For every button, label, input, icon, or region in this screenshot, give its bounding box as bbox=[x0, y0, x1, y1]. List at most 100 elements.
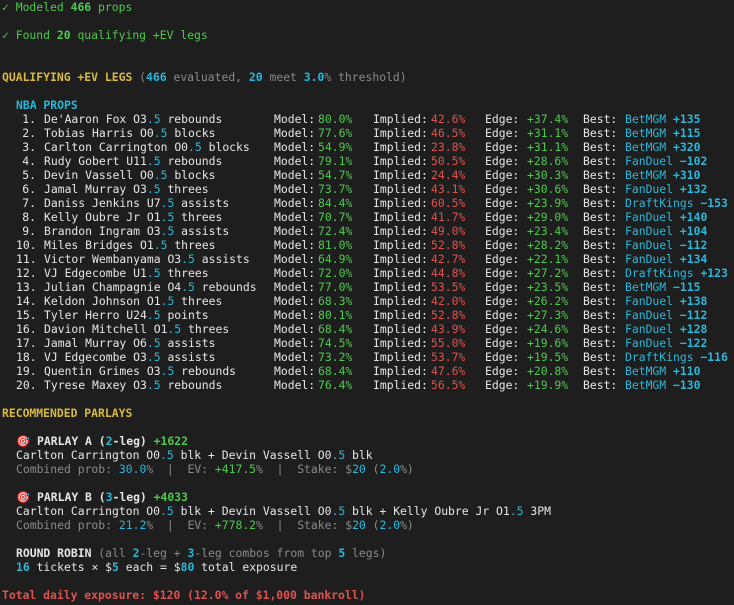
prop-rank: 3. bbox=[22, 140, 36, 154]
edge-label: Edge: bbox=[485, 168, 520, 182]
model-prob: 54.9% bbox=[318, 140, 353, 154]
implied-prob: 43.9% bbox=[431, 322, 466, 336]
best-book: BetMGM +110 bbox=[625, 364, 701, 378]
best-label: Best: bbox=[583, 266, 618, 280]
prop-rank: 5. bbox=[22, 168, 36, 182]
edge-label: Edge: bbox=[485, 266, 520, 280]
model-prob: 64.9% bbox=[318, 252, 353, 266]
prop-rank: 16. bbox=[16, 322, 37, 336]
model-label: Model: bbox=[274, 140, 316, 154]
implied-label: Implied: bbox=[373, 280, 428, 294]
prop-rank: 1. bbox=[22, 112, 36, 126]
qualifying-header: QUALIFYING +EV LEGS (466 evaluated, 20 m… bbox=[2, 70, 407, 84]
best-book: BetMGM +310 bbox=[625, 168, 701, 182]
prop-leg: VJ Edgecombe O3.5 assists bbox=[44, 350, 216, 364]
implied-label: Implied: bbox=[373, 266, 428, 280]
prop-leg: Kelly Oubre Jr O1.5 threes bbox=[44, 210, 223, 224]
implied-label: Implied: bbox=[373, 126, 428, 140]
target-icon: 🎯 bbox=[16, 490, 31, 504]
total-daily-exposure: Total daily exposure: $120 (12.0% of $1,… bbox=[2, 588, 366, 602]
prop-rank: 12. bbox=[16, 266, 37, 280]
edge-label: Edge: bbox=[485, 252, 520, 266]
edge-label: Edge: bbox=[485, 350, 520, 364]
implied-prob: 42.7% bbox=[431, 252, 466, 266]
model-label: Model: bbox=[274, 378, 316, 392]
best-book: FanDuel −112 bbox=[625, 238, 708, 252]
best-label: Best: bbox=[583, 210, 618, 224]
model-prob: 77.0% bbox=[318, 280, 353, 294]
implied-prob: 46.5% bbox=[431, 126, 466, 140]
implied-label: Implied: bbox=[373, 294, 428, 308]
prop-rank: 6. bbox=[22, 182, 36, 196]
implied-prob: 53.7% bbox=[431, 350, 466, 364]
best-book: FanDuel +140 bbox=[625, 210, 708, 224]
edge-label: Edge: bbox=[485, 294, 520, 308]
best-book: BetMGM −130 bbox=[625, 378, 701, 392]
model-label: Model: bbox=[274, 238, 316, 252]
model-prob: 74.5% bbox=[318, 336, 353, 350]
edge-value: +19.6% bbox=[527, 336, 569, 350]
prop-leg: Tyrese Maxey O3.5 rebounds bbox=[44, 378, 223, 392]
model-label: Model: bbox=[274, 350, 316, 364]
prop-leg: Brandon Ingram O3.5 assists bbox=[44, 224, 230, 238]
implied-label: Implied: bbox=[373, 378, 428, 392]
prop-rank: 18. bbox=[16, 350, 37, 364]
parlay-b-title: 🎯 PARLAY B (3-leg) +4033 bbox=[16, 490, 188, 504]
nba-props-header: NBA PROPS bbox=[16, 98, 78, 112]
model-prob: 80.0% bbox=[318, 112, 353, 126]
edge-label: Edge: bbox=[485, 210, 520, 224]
model-label: Model: bbox=[274, 322, 316, 336]
edge-value: +37.4% bbox=[527, 112, 569, 126]
edge-value: +19.9% bbox=[527, 378, 569, 392]
implied-prob: 43.1% bbox=[431, 182, 466, 196]
best-book: FanDuel −122 bbox=[625, 336, 708, 350]
prop-leg: VJ Edgecombe U1.5 threes bbox=[44, 266, 209, 280]
implied-prob: 50.5% bbox=[431, 154, 466, 168]
parlay-b-legs: Carlton Carrington O0.5 blk + Devin Vass… bbox=[16, 504, 551, 518]
implied-label: Implied: bbox=[373, 140, 428, 154]
implied-prob: 47.6% bbox=[431, 364, 466, 378]
implied-label: Implied: bbox=[373, 154, 428, 168]
best-label: Best: bbox=[583, 168, 618, 182]
edge-value: +27.3% bbox=[527, 308, 569, 322]
model-prob: 73.7% bbox=[318, 182, 353, 196]
implied-label: Implied: bbox=[373, 308, 428, 322]
edge-value: +31.1% bbox=[527, 126, 569, 140]
best-label: Best: bbox=[583, 252, 618, 266]
implied-prob: 53.5% bbox=[431, 280, 466, 294]
best-label: Best: bbox=[583, 112, 618, 126]
model-label: Model: bbox=[274, 280, 316, 294]
best-label: Best: bbox=[583, 154, 618, 168]
edge-value: +29.0% bbox=[527, 210, 569, 224]
model-label: Model: bbox=[274, 336, 316, 350]
best-label: Best: bbox=[583, 140, 618, 154]
implied-prob: 55.0% bbox=[431, 336, 466, 350]
prop-rank: 17. bbox=[16, 336, 37, 350]
best-book: BetMGM +115 bbox=[625, 126, 701, 140]
implied-prob: 44.8% bbox=[431, 266, 466, 280]
implied-label: Implied: bbox=[373, 168, 428, 182]
prop-rank: 13. bbox=[16, 280, 37, 294]
edge-value: +23.9% bbox=[527, 196, 569, 210]
implied-prob: 42.6% bbox=[431, 112, 466, 126]
implied-label: Implied: bbox=[373, 252, 428, 266]
implied-prob: 41.7% bbox=[431, 210, 466, 224]
edge-label: Edge: bbox=[485, 112, 520, 126]
implied-prob: 24.4% bbox=[431, 168, 466, 182]
best-book: FanDuel +132 bbox=[625, 182, 708, 196]
model-prob: 79.1% bbox=[318, 154, 353, 168]
edge-value: +26.2% bbox=[527, 294, 569, 308]
model-prob: 80.1% bbox=[318, 308, 353, 322]
best-label: Best: bbox=[583, 294, 618, 308]
best-label: Best: bbox=[583, 322, 618, 336]
model-label: Model: bbox=[274, 266, 316, 280]
implied-prob: 60.5% bbox=[431, 196, 466, 210]
model-prob: 68.4% bbox=[318, 322, 353, 336]
edge-value: +22.1% bbox=[527, 252, 569, 266]
best-book: FanDuel +104 bbox=[625, 224, 708, 238]
implied-label: Implied: bbox=[373, 112, 428, 126]
edge-value: +28.6% bbox=[527, 154, 569, 168]
implied-label: Implied: bbox=[373, 196, 428, 210]
edge-value: +30.3% bbox=[527, 168, 569, 182]
model-prob: 72.4% bbox=[318, 224, 353, 238]
